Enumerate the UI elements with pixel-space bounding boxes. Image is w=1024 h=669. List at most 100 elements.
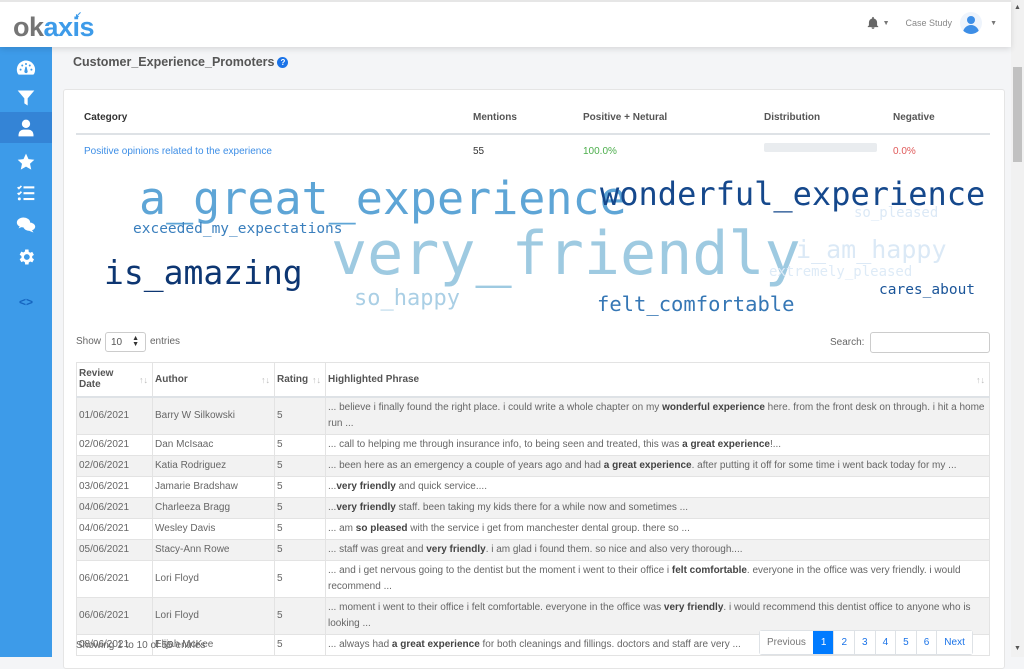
avatar[interactable] bbox=[960, 12, 983, 34]
word-so-happy: so_happy bbox=[354, 286, 460, 311]
pagination-previous[interactable]: Previous bbox=[760, 631, 813, 654]
sidebar-item-filter[interactable] bbox=[0, 82, 52, 113]
entries-length-select[interactable]: 10 ▲ ▼ bbox=[105, 332, 146, 352]
notifications-button[interactable]: ▼ bbox=[866, 16, 890, 30]
highlighted-phrase-cell: ... call to helping me through insurance… bbox=[325, 434, 990, 456]
column-header-label: Highlighted Phrase bbox=[328, 373, 420, 385]
column-header-label: Author bbox=[155, 373, 188, 385]
pagination-page-5[interactable]: 5 bbox=[895, 631, 916, 654]
user-name[interactable]: Case Study bbox=[906, 18, 953, 28]
table-row[interactable]: 01/06/2021 Barry W Silkowski 5... believe … bbox=[76, 396, 990, 435]
author-cell: Lori Floyd bbox=[152, 597, 275, 635]
highlighted-phrase-cell: ... been here as an emergency a couple o… bbox=[325, 455, 990, 477]
phrase-highlight: a great experience bbox=[682, 438, 770, 450]
logo-text-ok: ok bbox=[13, 12, 44, 42]
phrase-highlight: felt comfortable bbox=[671, 564, 747, 576]
search-label: Search: bbox=[830, 337, 865, 348]
phrase-text: ... moment i went to their office i felt… bbox=[328, 601, 664, 613]
reviews-table: Review Date ↑↓ Author ↑↓ Rating ↑↓ Highligh… bbox=[76, 362, 990, 656]
highlighted-phrase-cell: ... staff was great and very friendly. i… bbox=[325, 539, 990, 561]
table-row[interactable]: 05/06/2021 Stacy-Ann Rowe 5... staff was g… bbox=[76, 539, 990, 561]
sidebar-item-settings[interactable] bbox=[0, 241, 52, 272]
entries-label: entries bbox=[150, 336, 181, 347]
positive-neutral-value: 100.0% bbox=[583, 146, 617, 157]
header-positive-neutral: Positive + Netural bbox=[583, 112, 668, 123]
word-cares-about: cares_about bbox=[879, 282, 976, 298]
pagination-page-3[interactable]: 3 bbox=[854, 631, 875, 654]
pagination-next[interactable]: Next bbox=[936, 631, 972, 654]
phrase-text: ... call to helping me through insurance… bbox=[328, 438, 683, 450]
gear-icon bbox=[19, 249, 34, 264]
column-header-highlighted-phrase[interactable]: Highlighted Phrase ↑↓ bbox=[325, 362, 990, 398]
table-info: Showing 1 to 10 of 55 entries bbox=[76, 640, 206, 651]
rating-cell: 5 bbox=[274, 476, 326, 498]
sidebar-item-dashboard[interactable] bbox=[0, 52, 52, 83]
table-row[interactable]: 06/06/2021 Lori Floyd 5... moment i went t… bbox=[76, 597, 990, 635]
author-cell: Katia Rodriguez bbox=[152, 455, 275, 477]
sidebar-item-comments[interactable] bbox=[0, 209, 52, 240]
author-cell: Charleeza Bragg bbox=[152, 497, 275, 519]
show-label: Show bbox=[76, 336, 102, 347]
phrase-text: staff. been taking my kids there for a w… bbox=[395, 501, 689, 513]
category-link[interactable]: Positive opinions related to the experie… bbox=[84, 146, 272, 157]
okaxis-logo[interactable]: okaxis ↙ bbox=[13, 10, 95, 43]
table-row[interactable]: 04/06/2021 Wesley Davis 5... am so pleased… bbox=[76, 518, 990, 540]
sidebar-item-users[interactable] bbox=[0, 112, 52, 143]
phrase-text: ... staff was great and bbox=[328, 543, 427, 555]
header-category: Category bbox=[84, 112, 128, 123]
distribution-bar bbox=[764, 143, 877, 152]
rating-cell: 5 bbox=[274, 539, 326, 561]
table-row[interactable]: 03/06/2021 Jamarie Bradshaw 5 ...very frien… bbox=[76, 476, 990, 498]
column-header-author[interactable]: Author ↑↓ bbox=[152, 362, 275, 398]
review-date-cell: 02/06/2021 bbox=[76, 455, 153, 477]
summary-header-row: Category Mentions Positive + Netural Dis… bbox=[76, 108, 990, 135]
phrase-text: ... been here as an emergency a couple o… bbox=[328, 459, 604, 471]
scroll-up-arrow-icon[interactable]: ▲ bbox=[1014, 4, 1021, 11]
rating-cell: 5 bbox=[274, 634, 326, 656]
user-menu-chevron-icon[interactable]: ▼ bbox=[990, 20, 997, 27]
scrollbar-thumb[interactable] bbox=[1013, 67, 1022, 162]
word-so-pleased: so_pleased bbox=[854, 205, 939, 221]
review-date-cell: 06/06/2021 bbox=[76, 597, 153, 635]
scroll-down-arrow-icon[interactable]: ▼ bbox=[1014, 645, 1021, 652]
comments-icon bbox=[16, 217, 36, 232]
pagination: Previous 1 2 3 4 5 6 Next bbox=[759, 630, 973, 655]
bell-icon bbox=[867, 16, 878, 29]
search-input[interactable] bbox=[870, 332, 990, 353]
pagination-page-6[interactable]: 6 bbox=[915, 631, 937, 654]
sort-icon: ↑↓ bbox=[976, 375, 985, 385]
sidebar-item-tasks[interactable] bbox=[0, 177, 52, 208]
table-row[interactable]: 06/06/2021 Lori Floyd 5... and i get nervo… bbox=[76, 560, 990, 598]
header-negative: Negative bbox=[893, 112, 935, 123]
phrase-highlight: very friendly bbox=[336, 501, 396, 513]
sidebar-item-favorites[interactable] bbox=[0, 146, 52, 177]
pagination-page-1[interactable]: 1 bbox=[812, 631, 834, 654]
highlighted-phrase-cell: ... believe i finally found the right pl… bbox=[325, 396, 990, 435]
help-question-icon[interactable]: ? bbox=[277, 57, 289, 68]
pagination-page-2[interactable]: 2 bbox=[833, 631, 855, 654]
table-row[interactable]: 02/06/2021 Dan McIsaac 5... call to helpin… bbox=[76, 434, 990, 456]
select-updown-icon: ▲ ▼ bbox=[132, 335, 139, 348]
review-date-cell: 04/06/2021 bbox=[76, 497, 153, 519]
author-cell: Jamarie Bradshaw bbox=[152, 476, 275, 498]
phrase-highlight: a great experience bbox=[603, 459, 692, 471]
highlighted-phrase-cell: ... and i get nervous going to the denti… bbox=[325, 560, 990, 598]
phrase-text: with the service i get from manchester d… bbox=[407, 522, 690, 534]
column-header-rating[interactable]: Rating ↑↓ bbox=[274, 362, 326, 398]
page-scrollbar[interactable]: ▲ ▼ bbox=[1011, 0, 1024, 657]
column-header-review-date[interactable]: Review Date ↑↓ bbox=[76, 362, 153, 398]
chevron-down-icon: ▼ bbox=[882, 19, 890, 27]
word-is-amazing: is_amazing bbox=[104, 253, 303, 292]
sort-icon: ↑↓ bbox=[312, 375, 321, 385]
sidebar-toggle-code-icon[interactable]: <> bbox=[0, 295, 52, 309]
logo-arrow-icon: ↙ bbox=[75, 10, 82, 19]
phrase-text: ... and i get nervous going to the denti… bbox=[328, 564, 672, 576]
table-row[interactable]: 04/06/2021 Charleeza Bragg 5 ...very friend… bbox=[76, 497, 990, 519]
column-header-label: Rating bbox=[277, 373, 309, 385]
phrase-highlight: wonderful experience bbox=[662, 401, 765, 413]
rating-cell: 5 bbox=[274, 597, 326, 635]
table-row[interactable]: 02/06/2021 Katia Rodriguez 5... been here … bbox=[76, 455, 990, 477]
highlighted-phrase-cell: ...very friendly and quick service.... bbox=[325, 476, 990, 498]
pagination-page-4[interactable]: 4 bbox=[874, 631, 896, 654]
author-cell: Dan McIsaac bbox=[152, 434, 275, 456]
